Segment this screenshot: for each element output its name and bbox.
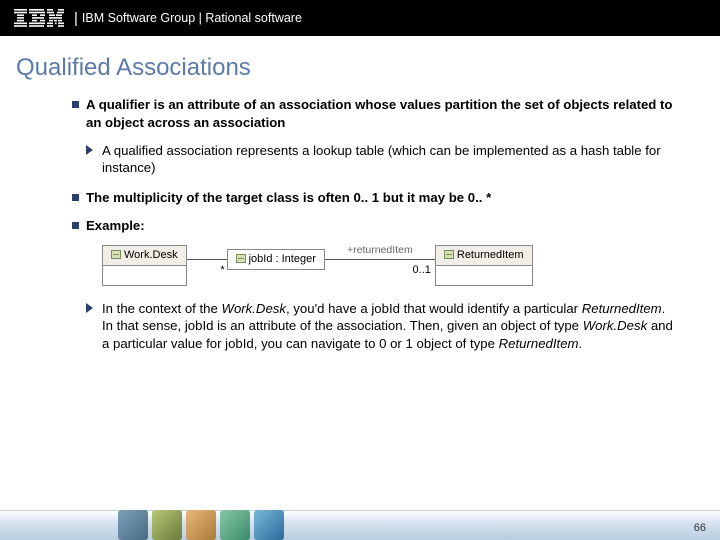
page-number: 66: [694, 522, 706, 534]
header-text: IBM Software Group | Rational software: [82, 11, 302, 25]
class-icon: [236, 254, 246, 263]
uml-class-returneditem: ReturnedItem: [435, 245, 533, 286]
uml-multiplicity-01: 0..1: [413, 263, 431, 278]
header-separator: |: [74, 10, 78, 27]
ibm-logo: [14, 9, 64, 27]
bullet-definition: A qualifier is an attribute of an associ…: [72, 96, 676, 132]
uml-connector-left: *: [187, 245, 227, 260]
class-icon: [444, 250, 454, 259]
class-icon: [111, 250, 121, 259]
subbullet-explanation: In the context of the Work.Desk, you'd h…: [72, 300, 676, 353]
uml-qualifier-text: jobId : Integer: [249, 253, 316, 265]
uml-qualifier-box: jobId : Integer: [227, 249, 325, 270]
uml-diagram: Work.Desk * jobId : Integer +returnedIte…: [102, 245, 676, 286]
footer-badge-icon: [220, 510, 250, 540]
uml-class-workdesk: Work.Desk: [102, 245, 187, 286]
footer-badge-icon: [152, 510, 182, 540]
uml-assoc-name: +returnedItem: [347, 243, 413, 257]
footer-bar: 66: [0, 510, 720, 540]
uml-multiplicity-star: *: [220, 263, 224, 278]
footer-badge-icon: [254, 510, 284, 540]
footer-badge-icon: [118, 510, 148, 540]
footer-badges: [118, 510, 288, 540]
header-bar: | IBM Software Group | Rational software: [0, 0, 720, 36]
footer-badge-icon: [186, 510, 216, 540]
uml-class-name: Work.Desk: [124, 249, 178, 261]
subbullet-lookup: A qualified association represents a loo…: [72, 142, 676, 178]
page-title: Qualified Associations: [0, 36, 720, 96]
uml-connector-right: +returnedItem 0..1: [325, 245, 435, 260]
slide-content: A qualifier is an attribute of an associ…: [0, 96, 720, 353]
bullet-multiplicity: The multiplicity of the target class is …: [72, 189, 676, 207]
uml-class-name: ReturnedItem: [457, 249, 524, 261]
bullet-example: Example:: [72, 217, 676, 235]
